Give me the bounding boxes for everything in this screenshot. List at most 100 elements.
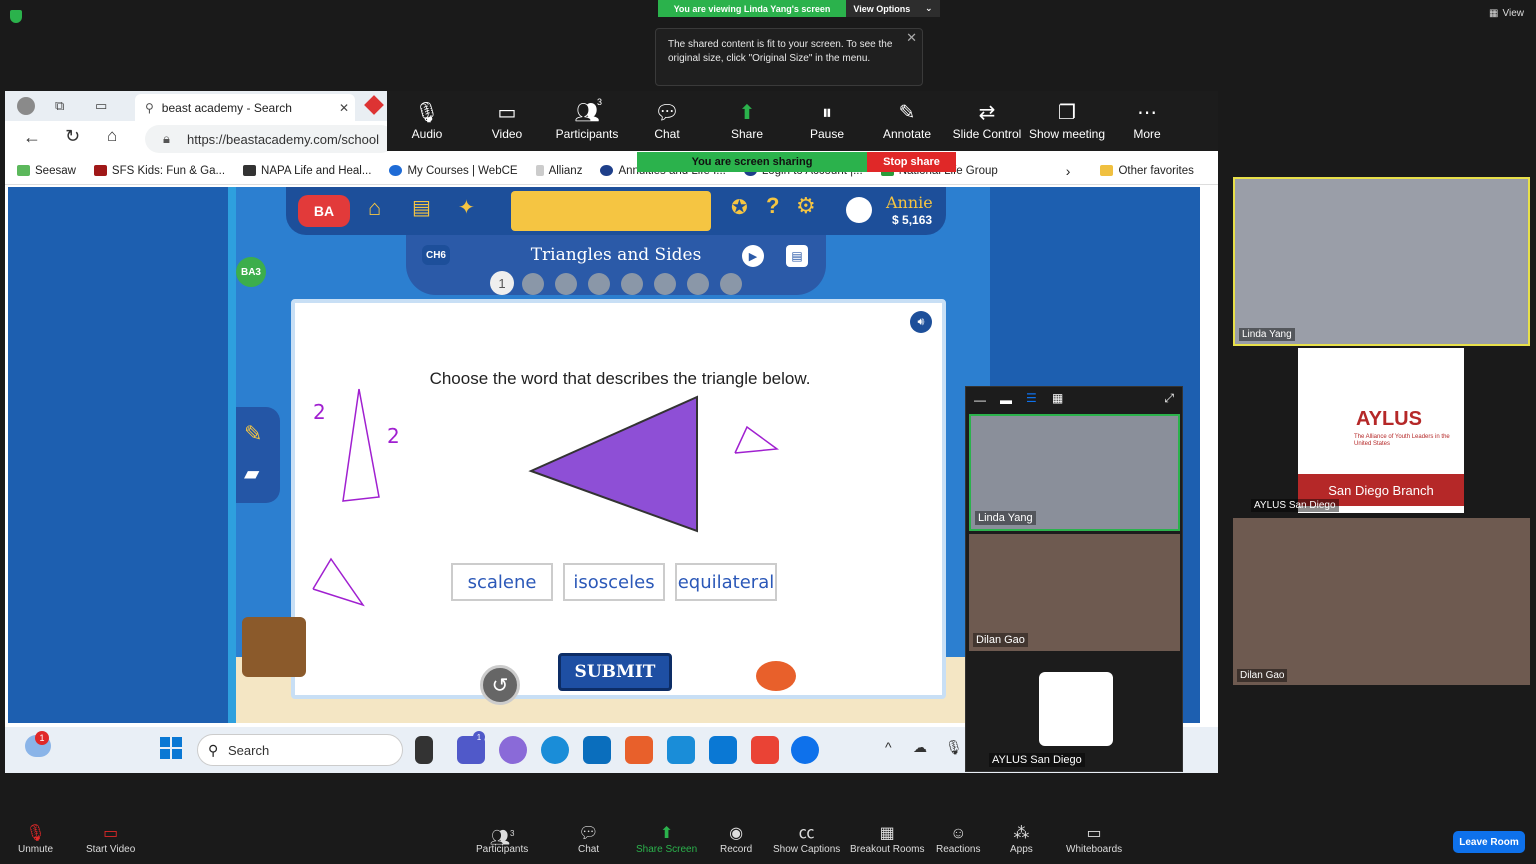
profile-avatar[interactable] xyxy=(17,97,35,115)
microphone-icon[interactable]: 🎙︎ xyxy=(945,739,963,756)
start-video-button[interactable]: ▭ Start Video xyxy=(86,824,135,855)
reset-icon[interactable]: ↺ xyxy=(480,665,520,705)
leave-room-button[interactable]: Leave Room xyxy=(1453,831,1525,853)
url-field[interactable]: 🔒︎ https://beastacademy.com/school xyxy=(145,125,395,153)
chat-icon: 💬︎ xyxy=(578,825,599,842)
show-meeting-button[interactable]: ❐ Show meeting xyxy=(1027,91,1107,151)
home-icon[interactable]: ⌂ xyxy=(107,126,117,146)
gmail-icon[interactable] xyxy=(751,736,779,764)
chevron-up-icon[interactable]: ^ xyxy=(885,739,892,755)
chevron-right-icon[interactable]: › xyxy=(1066,163,1071,179)
workspaces-icon[interactable]: ⧉ xyxy=(55,98,64,114)
close-tab-icon[interactable]: ✕ xyxy=(339,101,349,115)
video-tile-aylus[interactable]: AYLUS The Alliance of Youth Leaders in t… xyxy=(1233,348,1530,515)
view-options-button[interactable]: View Options ⌄ xyxy=(846,0,940,17)
stop-share-button[interactable]: Stop share xyxy=(867,152,956,172)
copilot-icon[interactable] xyxy=(499,736,527,764)
app-s-icon[interactable] xyxy=(583,736,611,764)
gallery-tile[interactable]: AYLUS San Diego xyxy=(969,654,1180,771)
expand-icon[interactable]: ⤢ xyxy=(1164,391,1174,406)
choice-isosceles[interactable]: isosceles xyxy=(563,563,665,601)
share-button[interactable]: ⬆ Share xyxy=(707,91,787,151)
annotate-button[interactable]: ✎ Annotate xyxy=(867,91,947,151)
participants-icon: 👥︎ xyxy=(574,102,600,124)
play-icon[interactable]: ▶ xyxy=(742,245,764,267)
pause-button[interactable]: ⏸︎ Pause xyxy=(787,91,867,151)
reactions-button[interactable]: ☺ Reactions xyxy=(936,824,980,855)
avatar[interactable] xyxy=(846,197,872,223)
game-header: BA ⌂ ▤ ✦ ✪ ? ⚙ Annie $ 5,163 xyxy=(286,187,946,235)
video-button[interactable]: ▭ Video xyxy=(467,91,547,151)
level-badge[interactable]: BA3 xyxy=(236,257,266,287)
close-icon[interactable]: ✕ xyxy=(906,31,917,45)
participants-button[interactable]: 👥︎3 Participants xyxy=(476,824,528,855)
help-icon[interactable]: ? xyxy=(766,193,779,219)
favorite-link[interactable]: NAPA Life and Heal... xyxy=(243,165,371,177)
minimize-icon[interactable]: — xyxy=(974,393,986,407)
file-explorer-icon[interactable] xyxy=(415,736,433,764)
settings-icon[interactable]: ⚙ xyxy=(796,193,816,219)
gallery-tile[interactable]: Linda Yang xyxy=(969,414,1180,531)
more-button[interactable]: ⋯ More xyxy=(1107,91,1187,151)
other-favorites[interactable]: Other favorites xyxy=(1100,165,1194,177)
favorite-link[interactable]: SFS Kids: Fun & Ga... xyxy=(93,165,225,177)
gallery-tile[interactable]: Dilan Gao xyxy=(969,534,1180,651)
unmute-button[interactable]: 🎙︎ Unmute xyxy=(18,824,53,855)
whiteboards-button[interactable]: ▭ Whiteboards xyxy=(1066,824,1122,855)
participants-button[interactable]: 👥︎ Participants 3 xyxy=(547,91,627,151)
submit-button[interactable]: SUBMIT xyxy=(558,653,672,691)
app-tab-icon[interactable] xyxy=(364,95,384,115)
book-icon[interactable]: ▤ xyxy=(412,195,431,220)
browser-tab[interactable]: ⚲ beast academy - Search ✕ xyxy=(135,94,355,121)
view-button[interactable]: ▦ View xyxy=(1489,8,1524,19)
video-tile-linda[interactable]: Linda Yang xyxy=(1233,177,1530,346)
favorite-link[interactable]: Allianz xyxy=(535,165,582,177)
audio-button[interactable]: 🎙︎ Audio xyxy=(387,91,467,151)
slide-control-button[interactable]: ⇄ Slide Control xyxy=(947,91,1027,151)
windows-start-icon[interactable] xyxy=(160,737,182,759)
share-screen-button[interactable]: ⬆ Share Screen xyxy=(636,824,697,855)
choice-equilateral[interactable]: equilateral xyxy=(675,563,777,601)
mail-icon[interactable] xyxy=(709,736,737,764)
ba-logo[interactable]: BA xyxy=(298,195,350,227)
favorite-icon xyxy=(389,165,403,176)
book-icon[interactable]: ▤ xyxy=(786,245,808,267)
pencil-tool-icon[interactable]: ✎ xyxy=(244,421,262,447)
video-icon[interactable]: ✦ xyxy=(458,195,475,220)
speaker-view-icon[interactable]: ▬ xyxy=(1000,393,1012,407)
handwritten-mark: 2 xyxy=(387,424,400,448)
badge-icon[interactable]: ✪ xyxy=(731,195,748,220)
problem-1-button[interactable]: 1 xyxy=(490,271,514,295)
eraser-tool-icon[interactable]: ▰ xyxy=(244,461,259,486)
triangle-shape xyxy=(528,395,698,533)
home-icon[interactable]: ⌂ xyxy=(368,195,381,221)
video-tile-dilan[interactable]: Dilan Gao xyxy=(1233,518,1530,685)
coins-value: 5,163 xyxy=(902,213,933,227)
zoom-icon[interactable] xyxy=(791,736,819,764)
show-captions-button[interactable]: ㏄ Show Captions xyxy=(773,824,840,855)
edge-icon[interactable] xyxy=(541,736,569,764)
back-icon[interactable]: ← xyxy=(23,127,41,148)
locked-problem-icon xyxy=(720,273,742,295)
handwritten-triangle-small xyxy=(734,425,780,454)
favorite-link[interactable]: My Courses | WebCE xyxy=(389,165,518,177)
grid-view-icon[interactable]: ▦ xyxy=(1052,391,1063,405)
tab-actions-icon[interactable]: ▭ xyxy=(95,98,107,114)
app-p-icon[interactable] xyxy=(625,736,653,764)
taskbar-search[interactable]: ⚲ Search xyxy=(197,734,403,766)
annotate-label: Annotate xyxy=(882,127,932,141)
apps-button[interactable]: ⁂ Apps xyxy=(1010,824,1033,855)
choice-scalene[interactable]: scalene xyxy=(451,563,553,601)
record-button[interactable]: ◉ Record xyxy=(720,824,752,855)
user-name[interactable]: Annie xyxy=(886,193,933,212)
gallery-view-icon[interactable]: ☰ xyxy=(1026,391,1037,405)
breakout-rooms-button[interactable]: ▦ Breakout Rooms xyxy=(850,824,924,855)
captions-icon: ㏄ xyxy=(798,825,815,842)
refresh-icon[interactable]: ↻ xyxy=(65,126,80,147)
cloud-icon[interactable]: ☁ xyxy=(913,739,927,756)
ie-icon[interactable] xyxy=(667,736,695,764)
favorite-link[interactable]: Seesaw xyxy=(17,165,76,177)
chat-button[interactable]: 💬︎ Chat xyxy=(578,824,599,855)
chat-button[interactable]: 💬︎ Chat xyxy=(627,91,707,151)
security-shield-icon[interactable] xyxy=(10,10,22,23)
